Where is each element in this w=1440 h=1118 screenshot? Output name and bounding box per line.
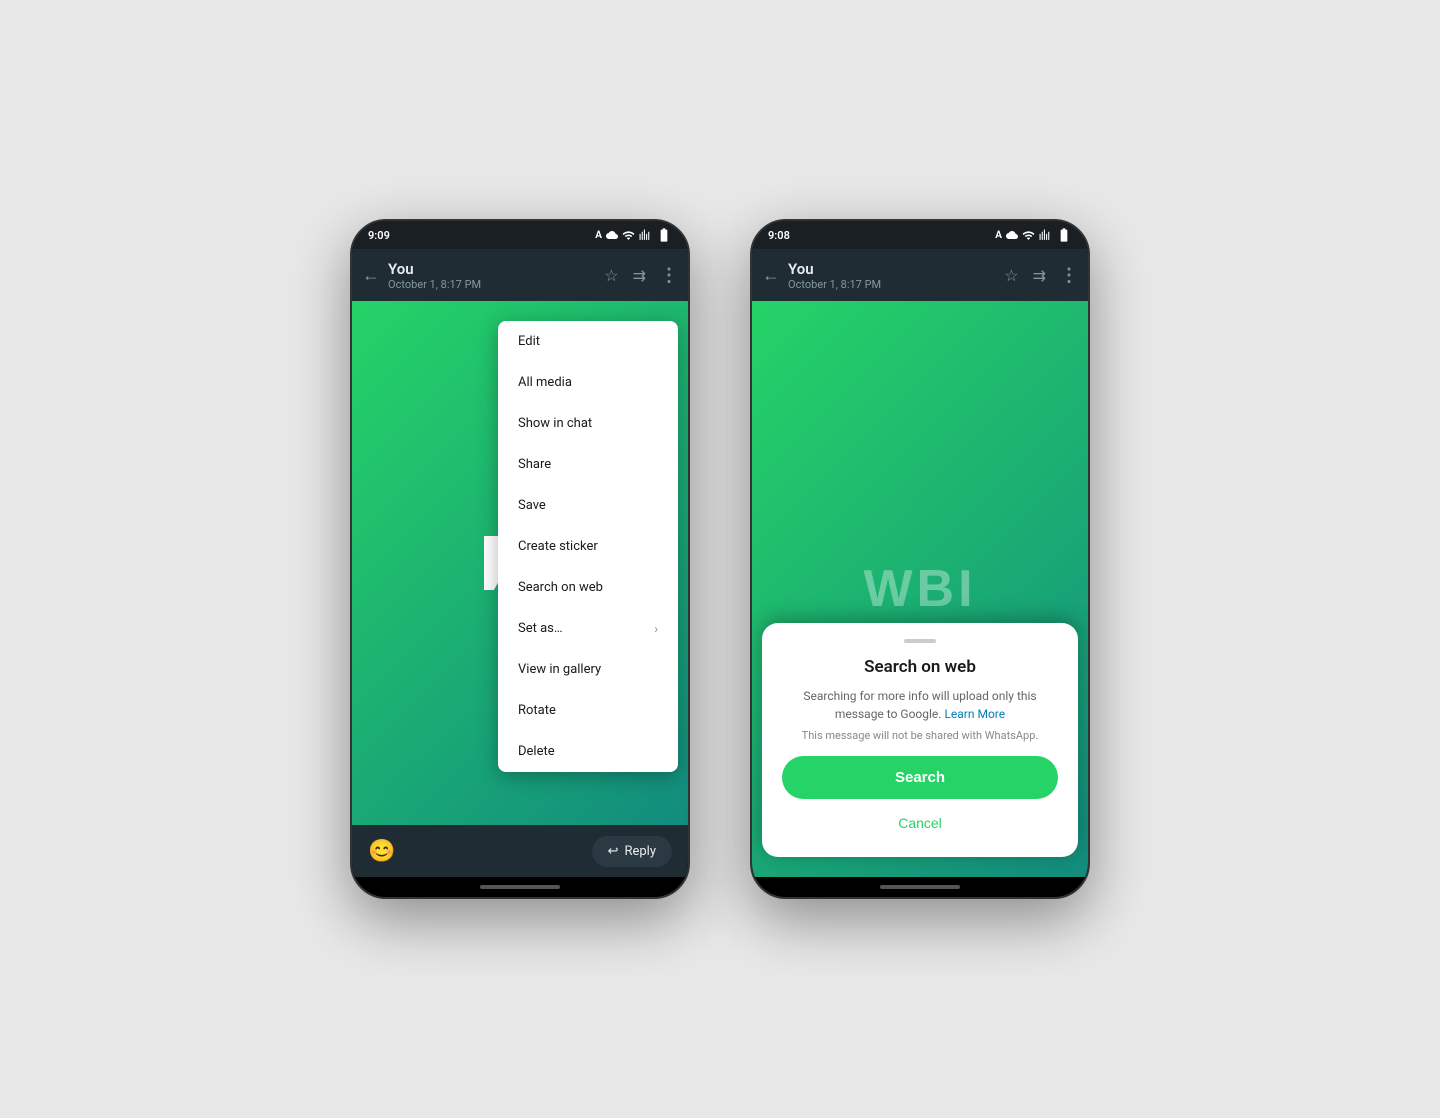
menu-item-create-sticker[interactable]: Create sticker — [498, 526, 678, 567]
phone-2: 9:08 A ← You October 1, 8:17 PM ☆ ⇉ ⋮ — [750, 219, 1090, 899]
wbi-logo-text: WBI — [863, 559, 976, 619]
contact-name-1: You — [388, 260, 596, 278]
forward-icon-1[interactable]: ⇉ — [633, 266, 646, 285]
menu-item-view-gallery[interactable]: View in gallery — [498, 649, 678, 690]
status-bar-2: 9:08 A — [752, 221, 1088, 249]
notification-a-icon: A — [595, 230, 602, 241]
reply-arrow-icon: ↩ — [608, 844, 619, 859]
menu-item-all-media[interactable]: All media — [498, 362, 678, 403]
signal-icon — [639, 229, 652, 242]
menu-item-delete[interactable]: Delete — [498, 731, 678, 772]
menu-item-share[interactable]: Share — [498, 444, 678, 485]
status-time-2: 9:08 — [768, 229, 790, 242]
header-icons-1: ☆ ⇉ ⋮ — [604, 265, 678, 286]
menu-item-search-on-web[interactable]: Search on web — [498, 567, 678, 608]
chat-header-2: ← You October 1, 8:17 PM ☆ ⇉ ⋮ — [752, 249, 1088, 301]
star-icon-2[interactable]: ☆ — [1004, 266, 1018, 285]
search-on-web-title: Search on web — [782, 657, 1058, 677]
back-button-2[interactable]: ← — [762, 265, 780, 286]
contact-subtitle-2: October 1, 8:17 PM — [788, 278, 996, 291]
bottom-sheet: Search on web Searching for more info wi… — [762, 623, 1078, 857]
phone-2-screen: 9:08 A ← You October 1, 8:17 PM ☆ ⇉ ⋮ — [752, 221, 1088, 897]
menu-item-show-in-chat[interactable]: Show in chat — [498, 403, 678, 444]
set-as-arrow-icon: › — [654, 622, 658, 636]
home-bar-1 — [352, 877, 688, 897]
chat-body-1: Edit All media Show in chat Share Save C… — [352, 301, 688, 825]
search-button[interactable]: Search — [782, 756, 1058, 799]
menu-item-save[interactable]: Save — [498, 485, 678, 526]
back-button-1[interactable]: ← — [362, 265, 380, 286]
cancel-button[interactable]: Cancel — [782, 809, 1058, 837]
chat-body-2: WBI CALLS-INFO Search on web Searching f… — [752, 301, 1088, 877]
bottom-sheet-handle — [904, 639, 936, 643]
home-indicator-1 — [480, 885, 560, 889]
cloud-icon — [606, 229, 618, 241]
header-title-2: You October 1, 8:17 PM — [788, 260, 996, 291]
chat-bottom-1: 😊 ↩ Reply — [352, 825, 688, 877]
learn-more-link[interactable]: Learn More — [944, 707, 1005, 721]
chat-header-1: ← You October 1, 8:17 PM ☆ ⇉ ⋮ — [352, 249, 688, 301]
search-description: Searching for more info will upload only… — [782, 687, 1058, 723]
status-icons-2: A — [995, 227, 1072, 243]
home-bar-2 — [752, 877, 1088, 897]
more-icon-2[interactable]: ⋮ — [1060, 265, 1078, 286]
menu-item-set-as[interactable]: Set as… › — [498, 608, 678, 649]
cloud-icon-2 — [1006, 229, 1018, 241]
phone-1-screen: 9:09 A ← You October 1, 8:17 PM ☆ ⇉ — [352, 221, 688, 897]
reply-label-1: Reply — [624, 844, 656, 859]
signal-icon-2 — [1039, 229, 1052, 242]
notification-a-icon-2: A — [995, 230, 1002, 241]
battery-icon — [656, 227, 672, 243]
menu-item-edit[interactable]: Edit — [498, 321, 678, 362]
header-title-1: You October 1, 8:17 PM — [388, 260, 596, 291]
more-icon-1[interactable]: ⋮ — [660, 265, 678, 286]
wifi-icon-2 — [1022, 229, 1035, 242]
forward-icon-2[interactable]: ⇉ — [1033, 266, 1046, 285]
header-icons-2: ☆ ⇉ ⋮ — [1004, 265, 1078, 286]
contact-name-2: You — [788, 260, 996, 278]
status-time-1: 9:09 — [368, 229, 390, 242]
home-indicator-2 — [880, 885, 960, 889]
status-bar-1: 9:09 A — [352, 221, 688, 249]
battery-icon-2 — [1056, 227, 1072, 243]
menu-item-rotate[interactable]: Rotate — [498, 690, 678, 731]
status-icons-1: A — [595, 227, 672, 243]
wifi-icon — [622, 229, 635, 242]
contact-subtitle-1: October 1, 8:17 PM — [388, 278, 596, 291]
context-menu: Edit All media Show in chat Share Save C… — [498, 321, 678, 772]
star-icon-1[interactable]: ☆ — [604, 266, 618, 285]
whatsapp-note: This message will not be shared with Wha… — [782, 729, 1058, 742]
emoji-button-1[interactable]: 😊 — [368, 839, 395, 864]
phone-1: 9:09 A ← You October 1, 8:17 PM ☆ ⇉ — [350, 219, 690, 899]
reply-button-1[interactable]: ↩ Reply — [592, 836, 672, 867]
